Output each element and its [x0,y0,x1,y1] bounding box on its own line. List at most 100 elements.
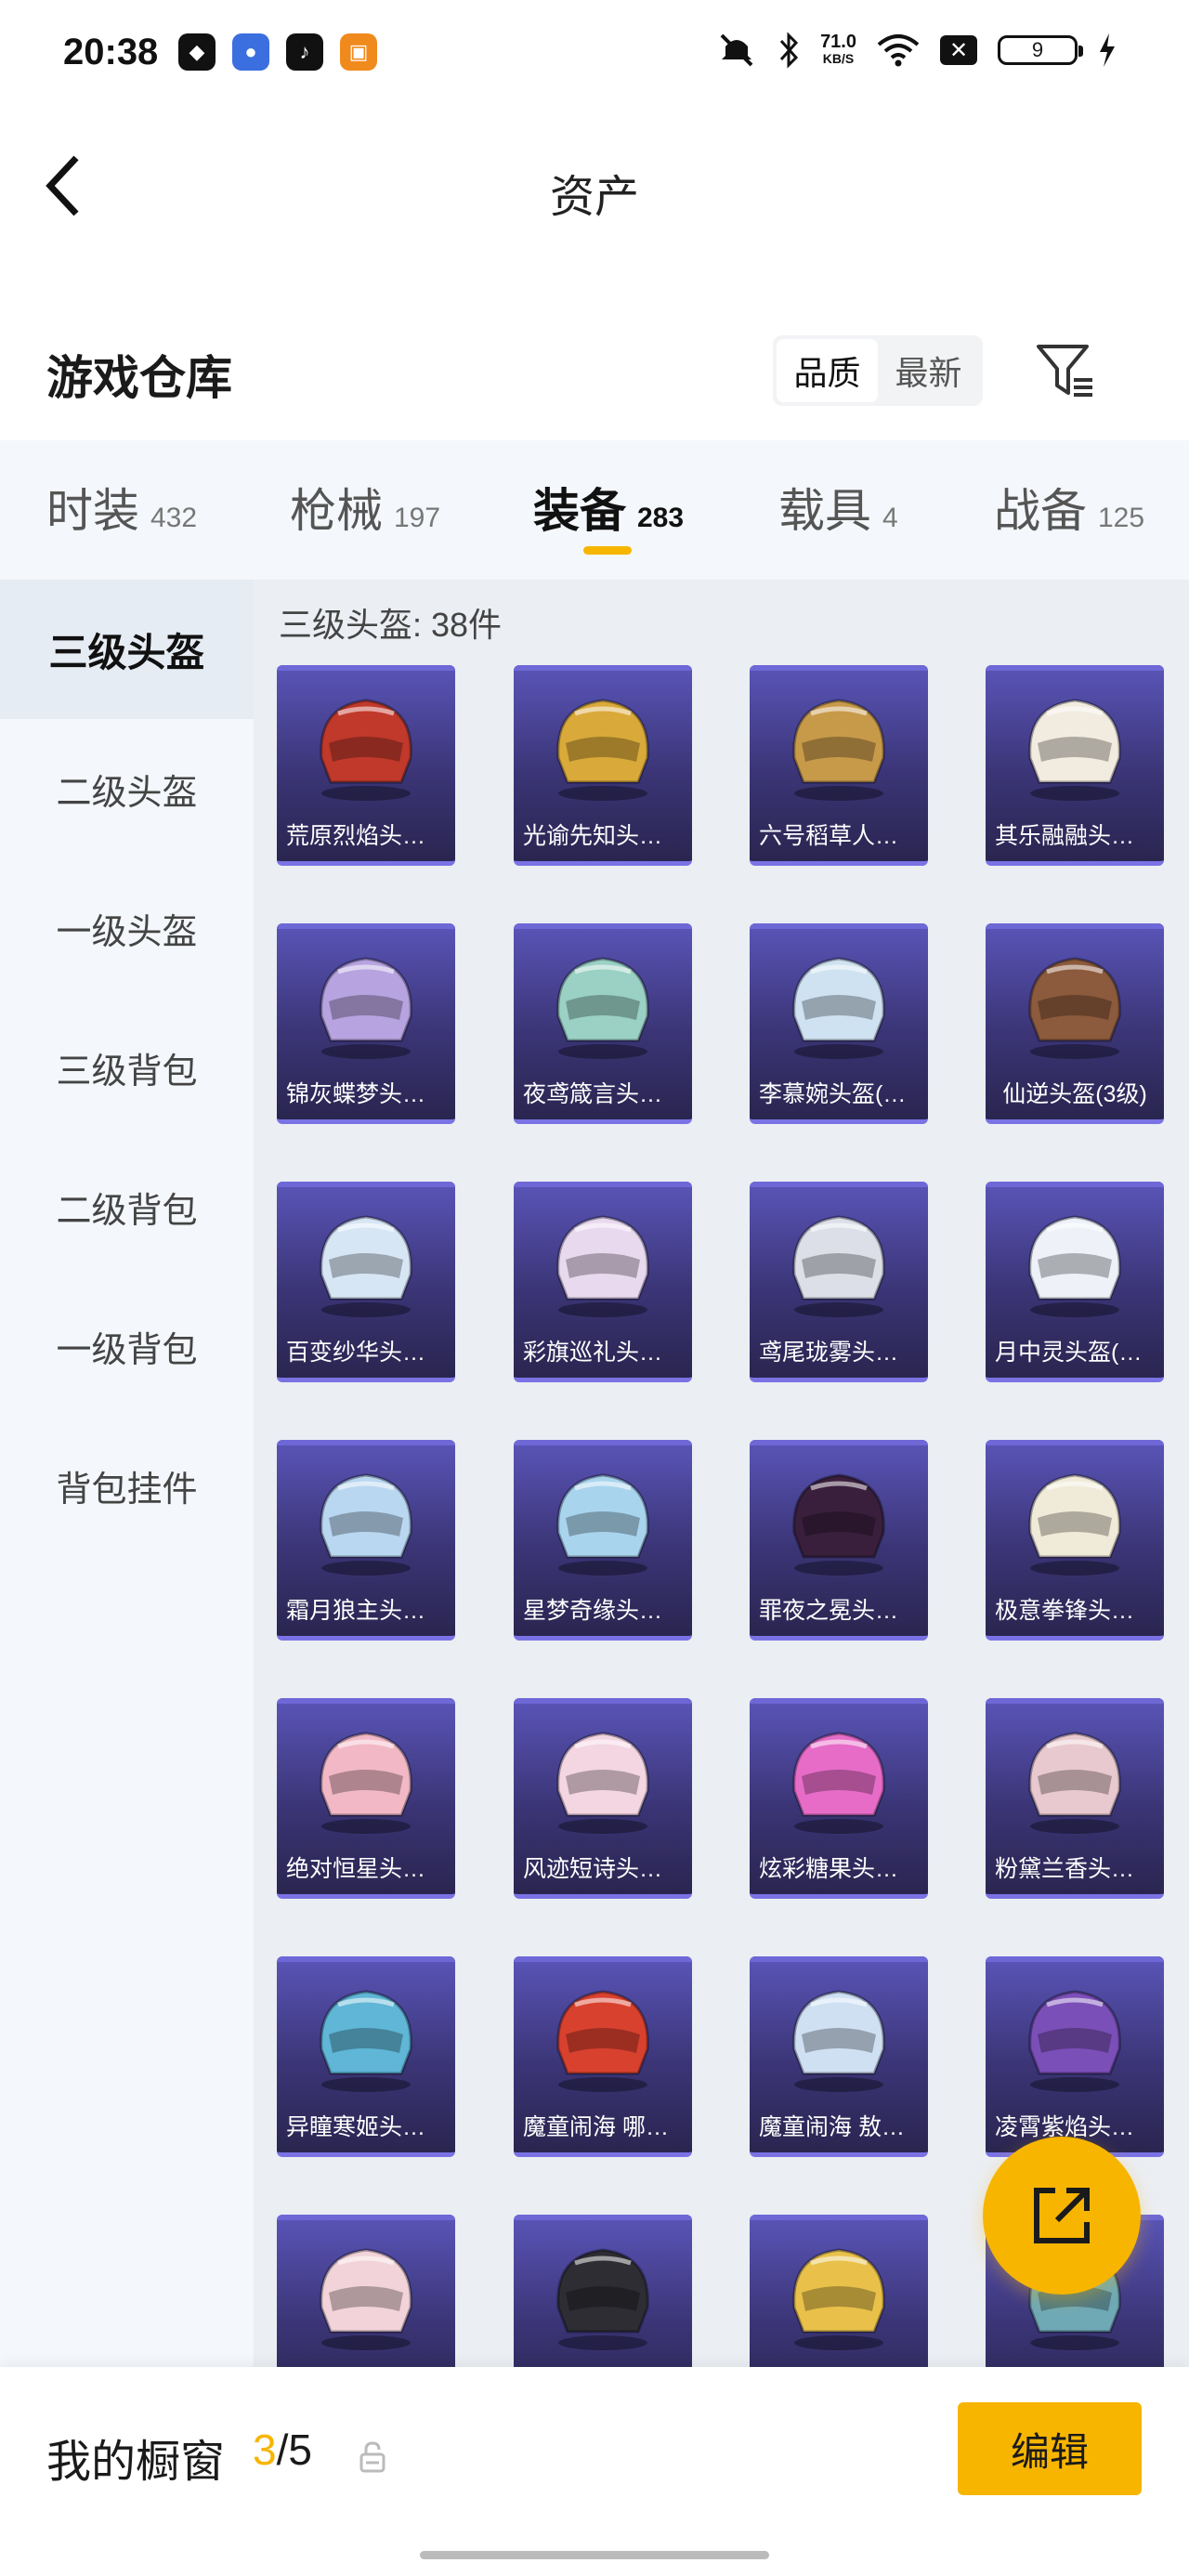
card-top-border [514,1698,692,1704]
helmet-icon [792,2248,885,2350]
helmet-item-card[interactable]: 锦灰蝶梦头盔(3级) [277,923,455,1124]
helmet-item-card[interactable] [750,2215,928,2369]
card-top-border [986,665,1164,671]
helmet-item-card[interactable]: 星梦奇缘头盔(3级) [514,1440,692,1641]
helmet-icon [556,1990,649,2092]
item-name: 异瞳寒姬头盔(3级) [286,2114,455,2140]
card-top-border [986,1698,1164,1704]
sort-quality-button[interactable]: 品质 [777,339,878,402]
item-name: 鸢尾珑雾头盔(3级) [759,1340,928,1366]
card-top-border [750,1956,928,1962]
helmet-item-card[interactable]: 魔童闹海 哪吒头盔(3级) [514,1956,692,2157]
helmet-item-card[interactable]: 罪夜之冕头盔(3级) [750,1440,928,1641]
helmet-item-card[interactable] [277,2215,455,2369]
helmet-item-card[interactable]: 风迹短诗头盔(3级) [514,1698,692,1899]
tab-fashion[interactable]: 时装 432 [46,474,197,541]
helmet-icon [792,699,885,801]
helmet-icon [792,1215,885,1317]
helmet-item-card[interactable]: 凌霄紫焰头盔(3级) [986,1956,1164,2157]
page-header: 资产 [0,102,1189,269]
x-badge-icon: ✕ [940,35,977,65]
card-top-border [986,1956,1164,1962]
card-top-border [514,1440,692,1445]
helmet-icon [792,957,885,1059]
helmet-item-card[interactable]: 仙逆头盔(3级) [986,923,1164,1124]
item-name: 彩旗巡礼头盔(3级) [523,1340,692,1366]
sidebar-item-backpack-charm[interactable]: 背包挂件 [0,1416,254,1555]
sidebar-item-level1-helmet[interactable]: 一级头盔 [0,858,254,998]
helmet-item-card[interactable]: 光谕先知头盔(3级) [514,665,692,866]
helmet-item-card[interactable]: 彩旗巡礼头盔(3级) [514,1182,692,1382]
card-top-border [514,1956,692,1962]
tab-battle-supplies[interactable]: 战备 125 [994,474,1144,541]
helmet-item-card[interactable]: 魔童闹海 敖丙头盔(3级) [750,1956,928,2157]
share-fab-button[interactable] [983,2137,1141,2295]
tab-equipment[interactable]: 装备 283 [533,474,684,541]
filter-icon[interactable] [1033,339,1096,402]
helmet-item-card[interactable] [514,2215,692,2369]
mute-icon [720,33,753,67]
warehouse-title: 游戏仓库 [46,352,232,404]
item-name: 星梦奇缘头盔(3级) [523,1598,692,1624]
tab-guns[interactable]: 枪械 197 [290,474,440,541]
helmet-item-card[interactable]: 绝对恒星头盔(3级) [277,1698,455,1899]
helmet-icon [556,699,649,801]
helmet-item-card[interactable]: 百变纱华头盔(3级) [277,1182,455,1382]
card-top-border [750,1182,928,1187]
item-name: 锦灰蝶梦头盔(3级) [286,1081,455,1107]
card-top-border [514,665,692,671]
warehouse-header: 游戏仓库 品质 最新 [0,320,1189,423]
sort-toggle: 品质 最新 [773,335,983,406]
charging-icon [1100,33,1115,67]
wifi-icon [877,34,920,67]
helmet-item-card[interactable]: 其乐融融头盔(3级) [986,665,1164,866]
battery-indicator: 9 [998,35,1083,65]
showcase-count: 3/5 [253,2426,312,2474]
item-name: 仙逆头盔(3级) [1002,1081,1147,1107]
helmet-icon [1028,957,1121,1059]
sidebar-item-level2-backpack[interactable]: 二级背包 [0,1137,254,1276]
helmet-icon [792,1732,885,1834]
helmet-icon [792,1990,885,2092]
sort-newest-button[interactable]: 最新 [878,339,979,402]
item-name: 魔童闹海 哪吒头盔(3级) [523,2114,692,2140]
card-top-border [514,2215,692,2220]
edit-button[interactable]: 编辑 [958,2402,1142,2495]
card-top-border [986,923,1164,929]
helmet-item-card[interactable]: 月中灵头盔(3级) [986,1182,1164,1382]
helmet-item-card[interactable]: 异瞳寒姬头盔(3级) [277,1956,455,2157]
net-speed: 71.0 KB/S [820,32,856,66]
item-name: 李慕婉头盔(3级) [759,1081,927,1107]
helmet-item-card[interactable]: 夜鸢箴言头盔(3级) [514,923,692,1124]
card-top-border [277,2215,455,2220]
tab-vehicles[interactable]: 载具 4 [778,474,898,541]
sidebar-item-level3-helmet[interactable]: 三级头盔 [0,580,254,719]
sidebar-item-level3-backpack[interactable]: 三级背包 [0,998,254,1137]
helmet-item-card[interactable]: 荒原烈焰头盔(3级) [277,665,455,866]
card-top-border [277,1182,455,1187]
helmet-item-card[interactable]: 李慕婉头盔(3级) [750,923,928,1124]
helmet-item-card[interactable]: 六号稻草人头盔(3级) [750,665,928,866]
helmet-icon [320,699,412,801]
helmet-item-card[interactable]: 粉黛兰香头盔(3级) [986,1698,1164,1899]
sidebar-item-level1-backpack[interactable]: 一级背包 [0,1276,254,1416]
bluetooth-icon [779,32,799,69]
item-name: 魔童闹海 敖丙头盔(3级) [759,2114,928,2140]
helmet-icon [320,957,412,1059]
helmet-item-card[interactable]: 鸢尾珑雾头盔(3级) [750,1182,928,1382]
category-tabs: 时装 432 枪械 197 装备 283 载具 4 战备 125 [0,440,1189,580]
item-name: 绝对恒星头盔(3级) [286,1856,455,1882]
sidebar-item-level2-helmet[interactable]: 二级头盔 [0,719,254,858]
card-top-border [514,1182,692,1187]
helmet-item-card[interactable]: 炫彩糖果头盔(3级) [750,1698,928,1899]
helmet-icon [320,1473,412,1576]
status-time: 20:38 [63,32,159,72]
card-top-border [750,1698,928,1704]
card-top-border [277,1956,455,1962]
helmet-icon [1028,699,1121,801]
card-top-border [986,1182,1164,1187]
item-name: 炫彩糖果头盔(3级) [759,1856,928,1882]
card-top-border [750,1440,928,1445]
helmet-item-card[interactable]: 霜月狼主头盔(3级) [277,1440,455,1641]
helmet-item-card[interactable]: 极意拳锋头盔(3级) [986,1440,1164,1641]
